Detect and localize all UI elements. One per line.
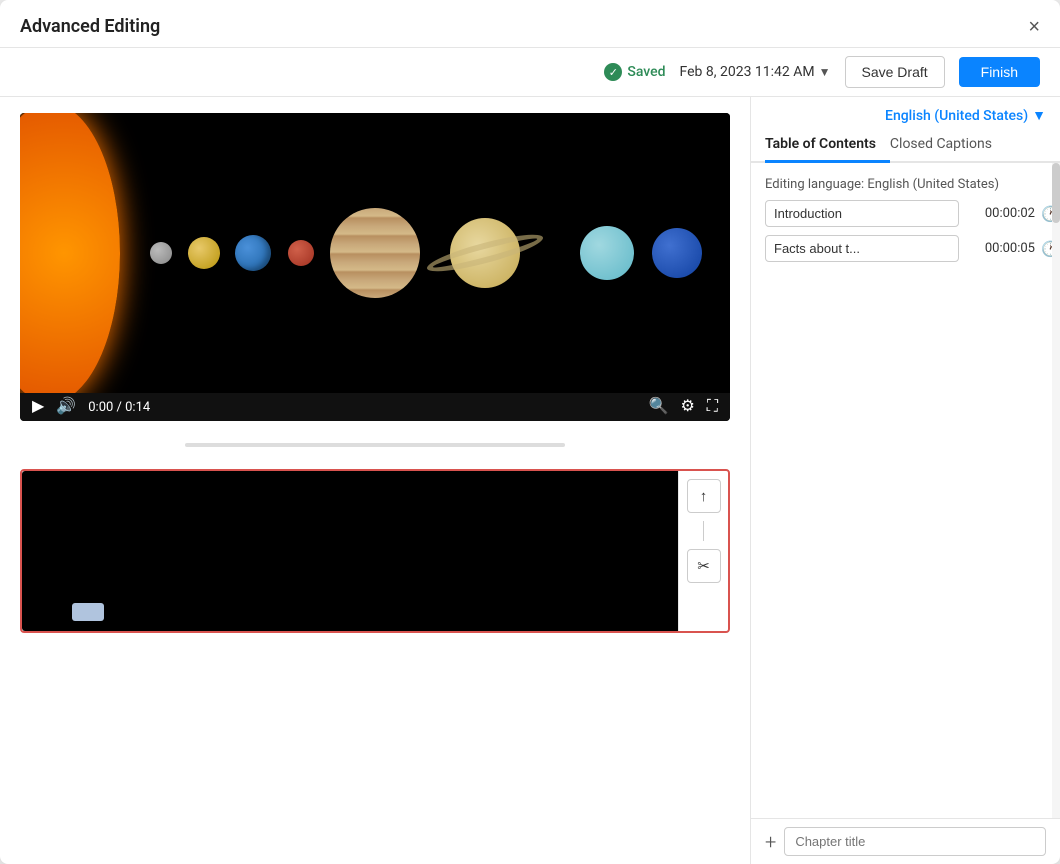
tab-table-of-contents[interactable]: Table of Contents — [765, 128, 890, 163]
scissors-button[interactable]: ✂ — [687, 549, 721, 583]
add-chapter-input[interactable] — [784, 827, 1046, 856]
tab-closed-captions[interactable]: Closed Captions — [890, 128, 1006, 163]
chapter-time-1: 00:00:05 — [965, 241, 1035, 256]
editor-text-area[interactable] — [22, 471, 678, 631]
search-icon[interactable]: 🔍 — [649, 399, 669, 415]
time-display: 0:00 / 0:14 — [88, 400, 150, 415]
tab-content: Editing language: English (United States… — [751, 163, 1060, 818]
toolbar: ✓ Saved Feb 8, 2023 11:42 AM ▼ Save Draf… — [0, 48, 1060, 97]
video-wrapper: ▶ 🔊 0:00 / 0:14 🔍 ⚙ ⛶ — [20, 113, 730, 421]
editor-actions: ↑ ✂ — [678, 471, 728, 631]
video-frame — [20, 113, 730, 393]
right-panel: English (United States) ▼ Table of Conte… — [750, 97, 1060, 864]
main-content: ▶ 🔊 0:00 / 0:14 🔍 ⚙ ⛶ — [0, 97, 1060, 864]
chapter-row: 00:00:05 🕐 ✕ — [765, 235, 1046, 262]
language-selector[interactable]: English (United States) ▼ — [751, 97, 1060, 128]
editor-box: ↑ ✂ — [20, 469, 730, 633]
saved-check-icon: ✓ — [604, 63, 622, 81]
modal-title: Advanced Editing — [20, 16, 160, 37]
saved-label: Saved — [627, 64, 665, 80]
modal-header: Advanced Editing × — [0, 0, 1060, 48]
timeline-area — [20, 433, 730, 457]
chevron-down-icon: ▼ — [819, 65, 831, 79]
left-panel: ▶ 🔊 0:00 / 0:14 🔍 ⚙ ⛶ — [0, 97, 750, 864]
editor-thumb[interactable] — [72, 603, 104, 621]
editing-language-label: Editing language: English (United States… — [765, 171, 1046, 200]
chapter-title-input-1[interactable] — [765, 235, 959, 262]
add-chapter-plus[interactable]: + — [765, 830, 776, 854]
add-chapter-row: + — [751, 818, 1060, 864]
editor-black-bar — [30, 483, 660, 511]
play-button[interactable]: ▶ — [32, 399, 44, 415]
date-indicator[interactable]: Feb 8, 2023 11:42 AM ▼ — [680, 64, 831, 80]
advanced-editing-modal: Advanced Editing × ✓ Saved Feb 8, 2023 1… — [0, 0, 1060, 864]
date-label: Feb 8, 2023 11:42 AM — [680, 64, 815, 80]
finish-button[interactable]: Finish — [959, 57, 1040, 87]
video-controls: ▶ 🔊 0:00 / 0:14 🔍 ⚙ ⛶ — [20, 393, 730, 421]
chapter-title-input-0[interactable] — [765, 200, 959, 227]
chevron-down-icon: ▼ — [1032, 107, 1046, 124]
scrollbar-thumb[interactable] — [1052, 163, 1060, 223]
save-draft-button[interactable]: Save Draft — [845, 56, 945, 88]
close-button[interactable]: × — [1028, 17, 1040, 37]
fullscreen-icon[interactable]: ⛶ — [707, 399, 718, 415]
language-label: English (United States) — [885, 108, 1028, 124]
gear-icon[interactable]: ⚙ — [680, 399, 694, 415]
tabs: Table of Contents Closed Captions — [751, 128, 1060, 163]
upload-button[interactable]: ↑ — [687, 479, 721, 513]
solar-system-image — [20, 113, 730, 393]
timeline-bar[interactable] — [185, 443, 565, 447]
chapter-row: 00:00:02 🕐 ✕ — [765, 200, 1046, 227]
divider — [703, 521, 704, 541]
chapter-time-0: 00:00:02 — [965, 206, 1035, 221]
scrollbar-track — [1052, 163, 1060, 818]
saved-indicator: ✓ Saved — [604, 63, 665, 81]
mute-button[interactable]: 🔊 — [56, 399, 76, 415]
